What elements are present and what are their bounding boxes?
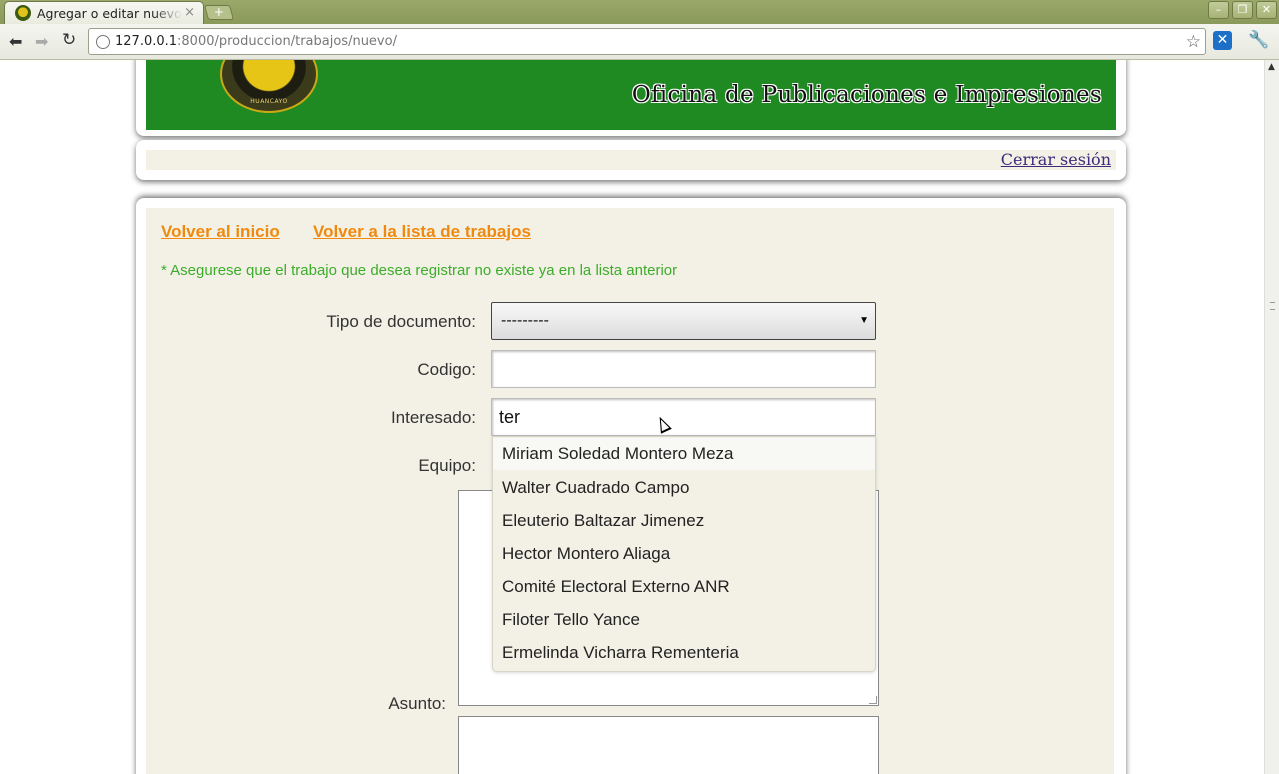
autocomplete-item[interactable]: Eleuterio Baltazar Jimenez: [502, 511, 704, 531]
page-viewport: Oficina de Publicaciones e Impresiones H…: [0, 60, 1264, 774]
tipo-documento-select[interactable]: --------- ▼: [491, 302, 876, 340]
new-tab-button[interactable]: +: [203, 5, 235, 20]
tab-title: Agregar o editar nuevos: [37, 5, 182, 21]
banner-title: Oficina de Publicaciones e Impresiones: [631, 82, 1102, 108]
browser-toolbar: ⬅ ➡ ↻ 127.0.0.1:8000/produccion/trabajos…: [0, 24, 1279, 60]
tipo-documento-value: ---------: [501, 312, 549, 329]
seal-text: HUANCAYO: [250, 98, 288, 105]
autocomplete-item[interactable]: Comité Electoral Externo ANR: [502, 577, 730, 597]
jobs-list-link[interactable]: Volver a la lista de trabajos: [313, 222, 531, 242]
autocomplete-item[interactable]: Ermelinda Vicharra Rementeria: [502, 643, 739, 663]
scroll-up-arrow-icon[interactable]: ▲: [1268, 62, 1275, 72]
address-bar[interactable]: 127.0.0.1:8000/produccion/trabajos/nuevo…: [88, 28, 1206, 55]
tab-close-icon[interactable]: ×: [184, 5, 195, 20]
autocomplete-item[interactable]: Miriam Soledad Montero Meza: [493, 438, 875, 470]
vertical-scrollbar[interactable]: ▲: [1264, 60, 1279, 774]
extension-icon[interactable]: ✕: [1213, 31, 1232, 50]
form-area: Volver al inicio Volver a la lista de tr…: [146, 208, 1114, 774]
site-favicon-icon: [15, 5, 31, 21]
browser-tab[interactable]: Agregar o editar nuevos ×: [4, 1, 204, 24]
reload-icon[interactable]: ↻: [62, 30, 76, 50]
home-link[interactable]: Volver al inicio: [161, 222, 280, 242]
url-path: :8000/produccion/trabajos/nuevo/: [177, 34, 397, 49]
codigo-label: Codigo:: [417, 360, 476, 379]
asunto-textarea[interactable]: [458, 716, 879, 774]
codigo-input[interactable]: [491, 350, 876, 388]
browser-title-bar: Agregar o editar nuevos × + – ❐ ✕: [0, 0, 1279, 24]
autocomplete-item[interactable]: Hector Montero Aliaga: [502, 544, 670, 564]
autocomplete-item[interactable]: Filoter Tello Yance: [502, 610, 640, 630]
interesado-label: Interesado:: [390, 408, 476, 427]
tipo-documento-label: Tipo de documento:: [326, 312, 476, 331]
restore-button[interactable]: ❐: [1232, 1, 1253, 19]
duplicate-notice: * Asegurese que el trabajo que desea reg…: [161, 262, 678, 279]
scroll-grip-icon[interactable]: [1270, 302, 1275, 310]
interesado-autocomplete-list: Miriam Soledad Montero Meza Walter Cuadr…: [492, 436, 876, 672]
content-panel: Volver al inicio Volver a la lista de tr…: [136, 198, 1126, 774]
page-info-icon[interactable]: [96, 35, 110, 49]
wrench-icon[interactable]: 🔧: [1248, 30, 1269, 50]
back-icon[interactable]: ⬅: [9, 32, 22, 51]
asunto-label: Asunto:: [388, 694, 446, 713]
autocomplete-item[interactable]: Walter Cuadrado Campo: [502, 478, 689, 498]
forward-icon[interactable]: ➡: [35, 32, 48, 51]
close-window-button[interactable]: ✕: [1256, 1, 1277, 19]
minimize-button[interactable]: –: [1208, 1, 1229, 19]
plus-icon: +: [213, 5, 224, 19]
interesado-input[interactable]: ter: [491, 398, 876, 436]
dropdown-arrow-icon: ▼: [859, 315, 869, 326]
star-icon[interactable]: ☆: [1186, 32, 1201, 52]
resize-grip-icon[interactable]: [869, 696, 877, 704]
window-controls: – ❐ ✕: [1208, 1, 1277, 19]
session-panel: Cerrar sesión: [136, 140, 1126, 180]
session-bar: [146, 150, 1116, 170]
url-host: 127.0.0.1: [115, 34, 178, 49]
logout-link[interactable]: Cerrar sesión: [1001, 150, 1111, 169]
equipo-label: Equipo:: [418, 456, 476, 475]
